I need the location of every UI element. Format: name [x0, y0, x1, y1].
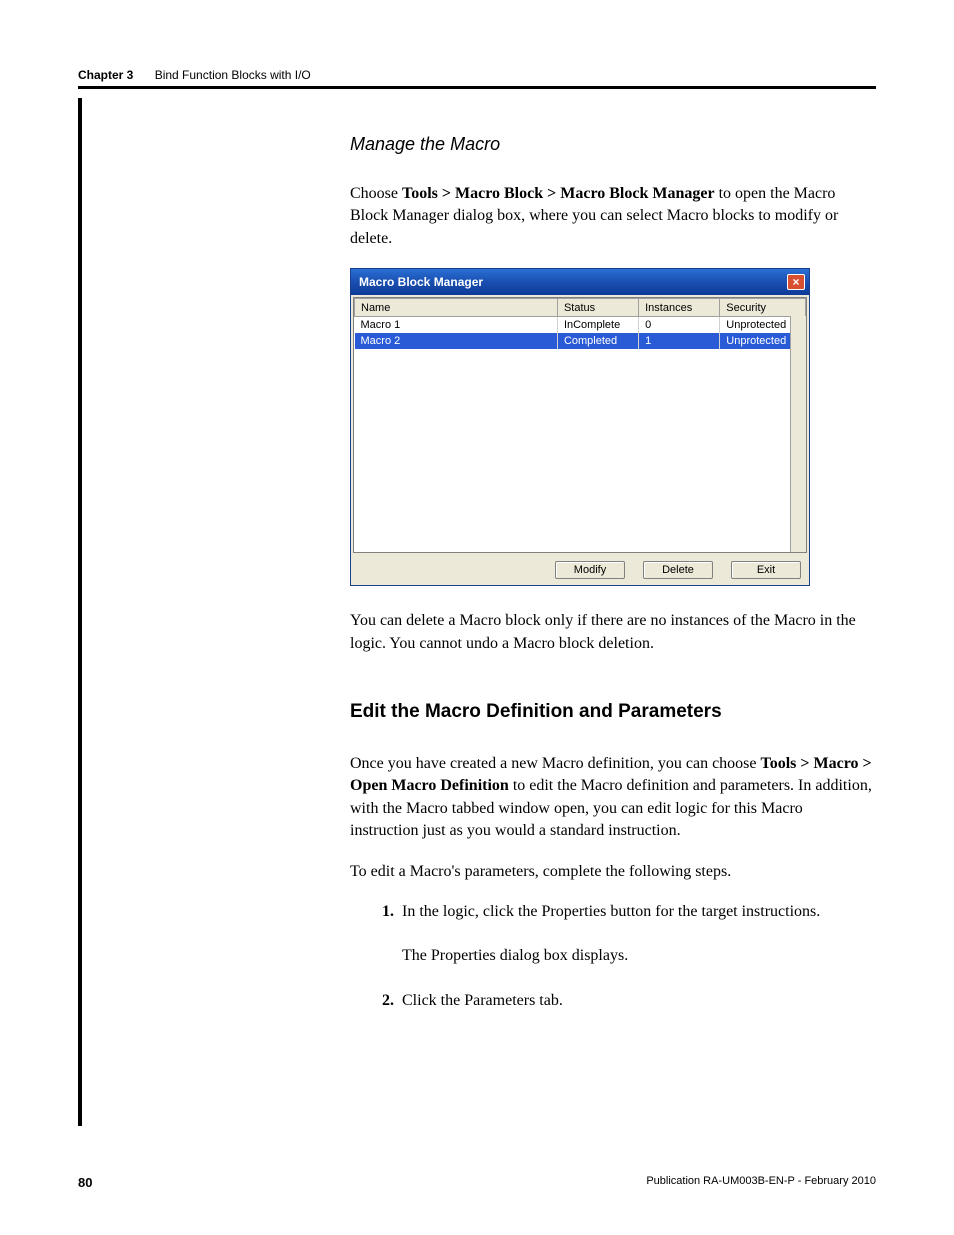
- page-footer: 80 Publication RA-UM003B-EN-P - February…: [78, 1175, 876, 1190]
- paragraph-delete-note: You can delete a Macro block only if the…: [350, 610, 875, 655]
- cell-name: Macro 1: [355, 317, 558, 333]
- step-body: Click the Parameters tab.: [402, 990, 875, 1012]
- close-icon[interactable]: ×: [787, 274, 805, 290]
- change-bar: [78, 98, 82, 1126]
- paragraph-steps-lead: To edit a Macro's parameters, complete t…: [350, 861, 875, 883]
- step-text: In the logic, click the Properties butto…: [402, 903, 820, 920]
- col-status[interactable]: Status: [557, 299, 638, 317]
- vertical-scrollbar[interactable]: [790, 316, 806, 552]
- col-instances[interactable]: Instances: [639, 299, 720, 317]
- step-body: In the logic, click the Properties butto…: [402, 901, 875, 968]
- header-rule: [78, 86, 876, 89]
- chapter-title: Bind Function Blocks with I/O: [155, 68, 311, 82]
- paragraph-open-definition: Once you have created a new Macro defini…: [350, 753, 875, 843]
- publication-info: Publication RA-UM003B-EN-P - February 20…: [646, 1175, 876, 1190]
- section-heading-edit: Edit the Macro Definition and Parameters: [350, 701, 875, 723]
- delete-button[interactable]: Delete: [643, 561, 713, 579]
- cell-status: InComplete: [557, 317, 638, 333]
- para1-bold: Tools > Macro Block > Macro Block Manage…: [402, 185, 715, 202]
- page-number: 80: [78, 1175, 92, 1190]
- cell-instances: 0: [639, 317, 720, 333]
- grid-header-row: Name Status Instances Security: [355, 299, 806, 317]
- step-number: 2.: [372, 990, 394, 1012]
- dialog-titlebar[interactable]: Macro Block Manager ×: [351, 269, 809, 295]
- modify-button[interactable]: Modify: [555, 561, 625, 579]
- para3-pre: Once you have created a new Macro defini…: [350, 755, 761, 772]
- para1-pre: Choose: [350, 185, 402, 202]
- step-sub: The Properties dialog box displays.: [402, 945, 875, 967]
- dialog-body: Name Status Instances Security Macro 1 I…: [351, 295, 809, 555]
- table-row[interactable]: Macro 2 Completed 1 Unprotected: [355, 333, 806, 349]
- step-1: 1. In the logic, click the Properties bu…: [372, 901, 875, 968]
- subheading-manage-macro: Manage the Macro: [350, 134, 875, 155]
- step-text: Click the Parameters tab.: [402, 992, 563, 1009]
- page-header: Chapter 3 Bind Function Blocks with I/O: [78, 68, 876, 82]
- cell-status: Completed: [557, 333, 638, 349]
- dialog-title: Macro Block Manager: [359, 275, 483, 289]
- step-list: 1. In the logic, click the Properties bu…: [372, 901, 875, 1012]
- col-security[interactable]: Security: [720, 299, 806, 317]
- macro-block-manager-dialog: Macro Block Manager × Name Status Instan…: [350, 268, 810, 586]
- cell-name: Macro 2: [355, 333, 558, 349]
- main-content: Manage the Macro Choose Tools > Macro Bl…: [350, 134, 875, 1034]
- table-row[interactable]: Macro 1 InComplete 0 Unprotected: [355, 317, 806, 333]
- dialog-footer: Modify Delete Exit: [351, 555, 809, 585]
- step-number: 1.: [372, 901, 394, 968]
- cell-instances: 1: [639, 333, 720, 349]
- chapter-number: Chapter 3: [78, 68, 133, 82]
- exit-button[interactable]: Exit: [731, 561, 801, 579]
- col-name[interactable]: Name: [355, 299, 558, 317]
- paragraph-intro: Choose Tools > Macro Block > Macro Block…: [350, 183, 875, 250]
- macro-grid: Name Status Instances Security Macro 1 I…: [353, 297, 807, 553]
- step-2: 2. Click the Parameters tab.: [372, 990, 875, 1012]
